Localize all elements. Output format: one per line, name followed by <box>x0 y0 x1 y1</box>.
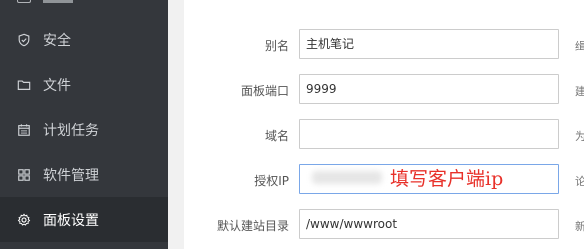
sidebar-item-label: 计划任务 <box>43 122 99 139</box>
partial-label <box>43 0 73 3</box>
domain-hint: 为 <box>575 130 584 143</box>
default-dir-hint: 新 <box>575 220 584 233</box>
sidebar-item-panel-settings[interactable]: 面板设置 <box>0 197 168 242</box>
default-dir-input[interactable]: /www/wwwroot <box>299 209 559 239</box>
auth-ip-hint: 论 <box>575 175 584 188</box>
layout-gap <box>168 0 184 249</box>
alias-hint: 缉 <box>575 40 584 53</box>
port-label: 面板端口 <box>240 84 289 98</box>
sidebar-item-cron[interactable]: 计划任务 <box>0 107 168 152</box>
sidebar-item-software[interactable]: 软件管理 <box>0 152 168 197</box>
sidebar: 安全 文件 计划任务 软件管理 面板设置 <box>0 0 168 249</box>
alias-label: 别名 <box>264 39 289 53</box>
partial-icon <box>17 0 31 3</box>
sidebar-item-label: 软件管理 <box>43 167 99 184</box>
port-input[interactable]: 9999 <box>299 74 559 104</box>
sidebar-item-files[interactable]: 文件 <box>0 62 168 107</box>
shield-icon <box>17 33 31 47</box>
annotation-note: 填写客户端ip <box>390 168 504 190</box>
gear-icon <box>17 212 31 227</box>
auth-ip-label: 授权IP <box>254 174 289 188</box>
grid-icon <box>17 168 31 182</box>
domain-input[interactable] <box>299 119 559 149</box>
alias-input[interactable]: 主机笔记 <box>299 29 559 59</box>
sidebar-item-label: 面板设置 <box>43 212 99 229</box>
domain-label: 域名 <box>264 129 289 143</box>
sidebar-item-security[interactable]: 安全 <box>0 17 168 62</box>
folder-icon <box>17 78 31 92</box>
default-dir-label: 默认建站目录 <box>216 219 289 233</box>
redacted-ip <box>312 171 382 184</box>
sidebar-item-label: 安全 <box>43 32 71 49</box>
sidebar-item-partial[interactable] <box>0 0 168 6</box>
sidebar-item-label: 文件 <box>43 77 71 94</box>
port-hint: 建 <box>575 85 584 98</box>
calendar-icon <box>17 123 31 137</box>
